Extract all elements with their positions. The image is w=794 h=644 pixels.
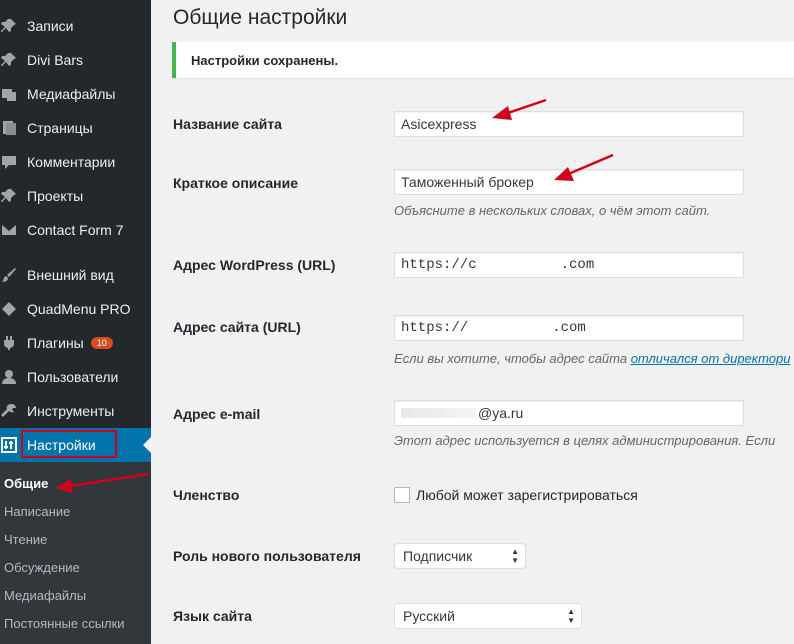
arrow-head bbox=[55, 479, 73, 493]
arrow-head bbox=[492, 106, 512, 120]
arrow-general bbox=[69, 472, 149, 488]
arrow-head bbox=[554, 167, 574, 181]
annotation-arrows bbox=[55, 98, 614, 493]
arrow-site-title bbox=[504, 98, 547, 116]
arrow-tagline bbox=[565, 153, 614, 177]
